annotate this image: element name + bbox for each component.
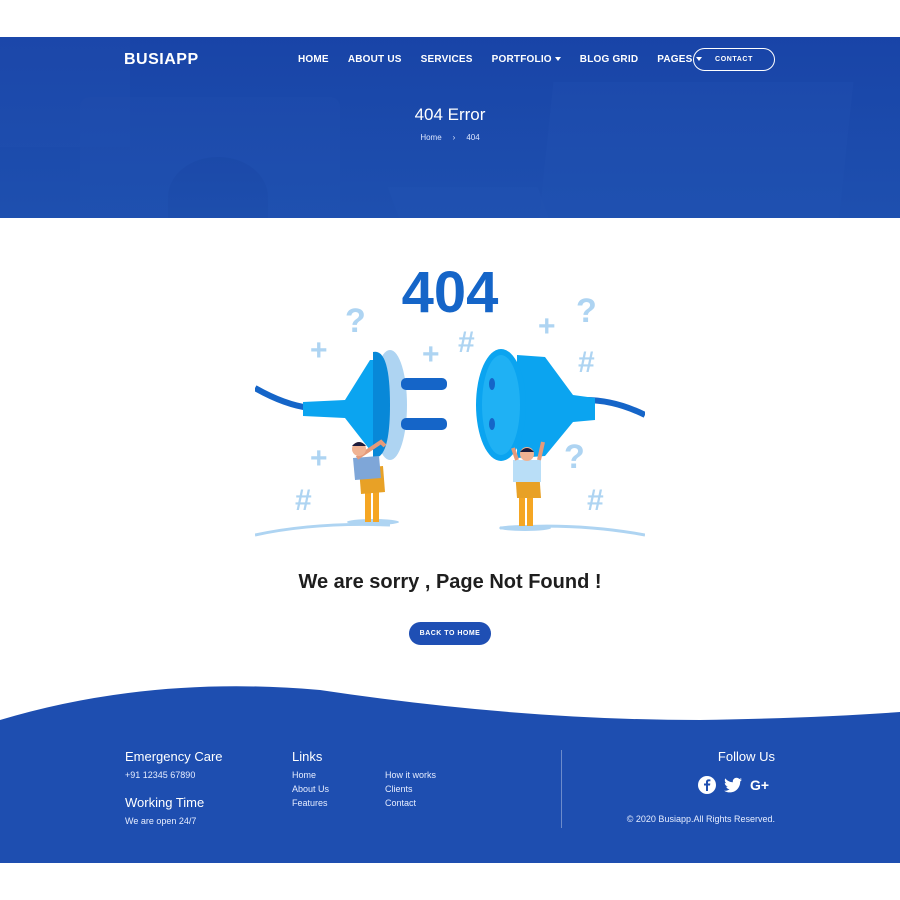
- hero-banner: BUSIAPP HOME ABOUT US SERVICES PORTFOLIO…: [0, 37, 900, 218]
- ground-line: [255, 522, 391, 537]
- plus-icon: +: [422, 338, 440, 371]
- not-found-message: We are sorry , Page Not Found !: [298, 571, 602, 593]
- breadcrumb-home[interactable]: Home: [420, 133, 441, 142]
- hash-icon: #: [295, 484, 312, 517]
- plus-icon: +: [538, 310, 556, 343]
- breadcrumb: Home › 404: [0, 133, 900, 142]
- back-to-home-button[interactable]: BACK TO HOME: [409, 622, 491, 645]
- emergency-title: Emergency Care: [125, 749, 223, 764]
- chevron-down-icon: [554, 57, 561, 62]
- working-time-text: We are open 24/7: [125, 816, 197, 826]
- follow-us-title: Follow Us: [717, 749, 775, 764]
- question-icon: ?: [345, 302, 366, 340]
- plus-icon: +: [310, 442, 328, 475]
- nav-services[interactable]: SERVICES: [421, 54, 473, 65]
- links-title: Links: [292, 749, 323, 764]
- breadcrumb-separator: ›: [452, 133, 456, 142]
- facebook-icon[interactable]: [697, 775, 717, 795]
- hash-icon: #: [578, 346, 595, 379]
- question-icon: ?: [576, 292, 597, 330]
- svg-text:G+: G+: [750, 777, 769, 793]
- nav-portfolio[interactable]: PORTFOLIO: [492, 54, 561, 65]
- plug-pin: [401, 418, 447, 430]
- hash-icon: #: [587, 484, 604, 517]
- nav-about-us[interactable]: ABOUT US: [348, 54, 402, 65]
- footer: Emergency Care +91 12345 67890 Working T…: [0, 735, 900, 863]
- footer-link-how-it-works[interactable]: How it works: [385, 770, 436, 780]
- contact-button[interactable]: CONTACT: [693, 48, 775, 71]
- twitter-icon[interactable]: [723, 775, 743, 795]
- working-time-title: Working Time: [125, 795, 205, 810]
- footer-link-contact[interactable]: Contact: [385, 798, 416, 808]
- footer-link-clients[interactable]: Clients: [385, 784, 413, 794]
- emergency-phone[interactable]: +91 12345 67890: [125, 770, 195, 780]
- page-title: 404 Error: [414, 105, 486, 124]
- brand-logo[interactable]: BUSIAPP: [124, 51, 199, 69]
- nav-blog-grid[interactable]: BLOG GRID: [580, 54, 638, 65]
- plus-icon: +: [310, 334, 328, 367]
- unplugged-illustration: 404 ? + + # + ? # + # ? #: [255, 260, 645, 537]
- footer-link-features[interactable]: Features: [292, 798, 328, 808]
- nav-pages-label: PAGES: [657, 54, 693, 65]
- footer-link-about-us[interactable]: About Us: [292, 784, 329, 794]
- breadcrumb-current: 404: [466, 133, 480, 142]
- footer-link-home[interactable]: Home: [292, 770, 316, 780]
- socket-hole: [489, 378, 495, 390]
- footer-wave: [0, 686, 900, 740]
- nav-home[interactable]: HOME: [298, 54, 329, 65]
- left-cable: [255, 385, 311, 411]
- google-plus-icon[interactable]: G+: [750, 775, 770, 795]
- error-code-text: 404: [402, 260, 499, 325]
- footer-divider: [561, 750, 562, 828]
- question-icon: ?: [564, 438, 585, 476]
- copyright-text: © 2020 Busiapp.All Rights Reserved.: [626, 814, 775, 824]
- main-nav: HOME ABOUT US SERVICES PORTFOLIO BLOG GR…: [298, 54, 721, 65]
- nav-portfolio-label: PORTFOLIO: [491, 54, 552, 65]
- hash-icon: #: [458, 326, 475, 359]
- plug-pin: [401, 378, 447, 390]
- left-plug-body: [303, 360, 383, 450]
- socket-hole: [489, 418, 495, 430]
